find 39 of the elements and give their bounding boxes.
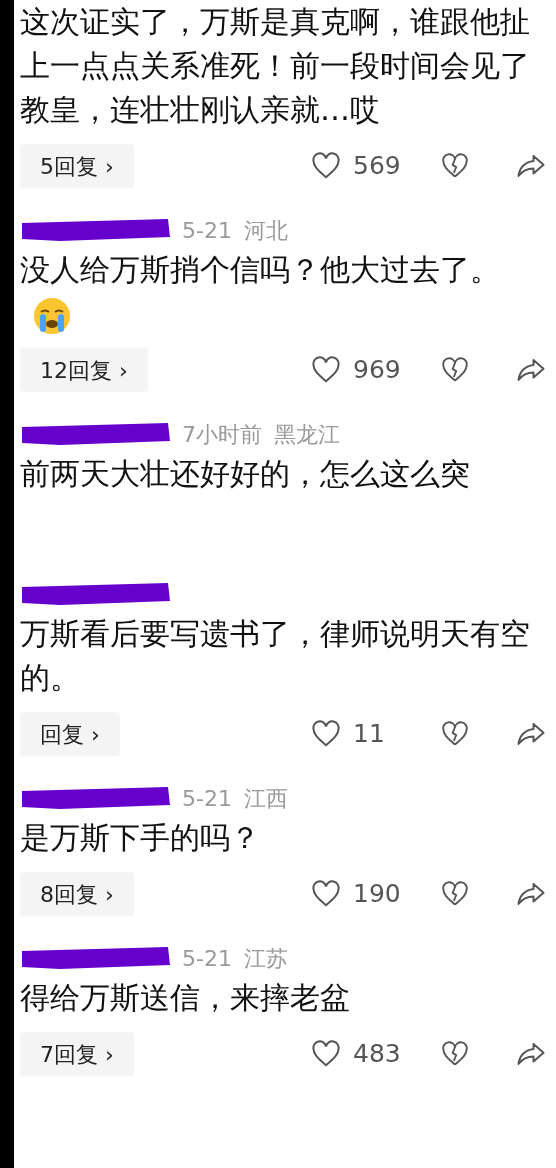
broken-heart-icon[interactable] — [441, 1041, 469, 1067]
heart-icon[interactable] — [311, 152, 341, 180]
share-icon[interactable] — [516, 1041, 546, 1067]
comment-location: 河北 — [243, 216, 288, 245]
share-icon[interactable] — [516, 881, 546, 907]
broken-heart-icon[interactable] — [441, 721, 469, 747]
comment-text: 得给万斯送信，来摔老盆 — [20, 980, 350, 1015]
replies-button[interactable]: 8回复 › — [20, 872, 134, 916]
heart-icon[interactable] — [311, 880, 341, 908]
share-icon[interactable] — [516, 721, 546, 747]
like-count: 569 — [353, 150, 401, 183]
heart-icon[interactable] — [311, 356, 341, 384]
broken-heart-icon[interactable] — [441, 153, 469, 179]
like-count: 969 — [353, 354, 401, 387]
comment-location: 江西 — [243, 784, 288, 813]
comment-text: 前两天大壮还好好的，怎么这么突 — [20, 456, 470, 491]
broken-heart-icon[interactable] — [441, 881, 469, 907]
replies-button[interactable]: 12回复 › — [20, 348, 148, 392]
replies-button[interactable]: 回复 › — [20, 712, 120, 756]
heart-icon[interactable] — [311, 1040, 341, 1068]
comment-text: 没人给万斯捎个信吗？他大过去了。 — [20, 252, 500, 287]
comment-location: 黑龙江 — [274, 420, 340, 449]
comment-text: 这次证实了，万斯是真克啊，谁跟他扯上一点点关系准死！前一段时间会见了教皇，连壮壮刚认亲就…哎 — [20, 4, 530, 127]
share-icon[interactable] — [516, 357, 546, 383]
heart-icon[interactable] — [311, 720, 341, 748]
like-count: 11 — [353, 718, 385, 751]
replies-button[interactable]: 5回复 › — [20, 144, 134, 188]
comment-time: 5-21 — [182, 784, 232, 813]
like-count: 483 — [353, 1038, 401, 1071]
comment-time: 5-21 — [182, 944, 232, 973]
replies-button[interactable]: 7回复 › — [20, 1032, 134, 1076]
broken-heart-icon[interactable] — [441, 357, 469, 383]
like-count: 190 — [353, 878, 401, 911]
comment-time: 7小时前 — [182, 420, 262, 449]
comment-text: 万斯看后要写遗书了，律师说明天有空的。 — [20, 616, 530, 695]
comment-location: 江苏 — [243, 944, 288, 973]
comment-time: 5-21 — [182, 216, 232, 245]
share-icon[interactable] — [516, 153, 546, 179]
comment-text: 是万斯下手的吗？ — [20, 820, 260, 855]
